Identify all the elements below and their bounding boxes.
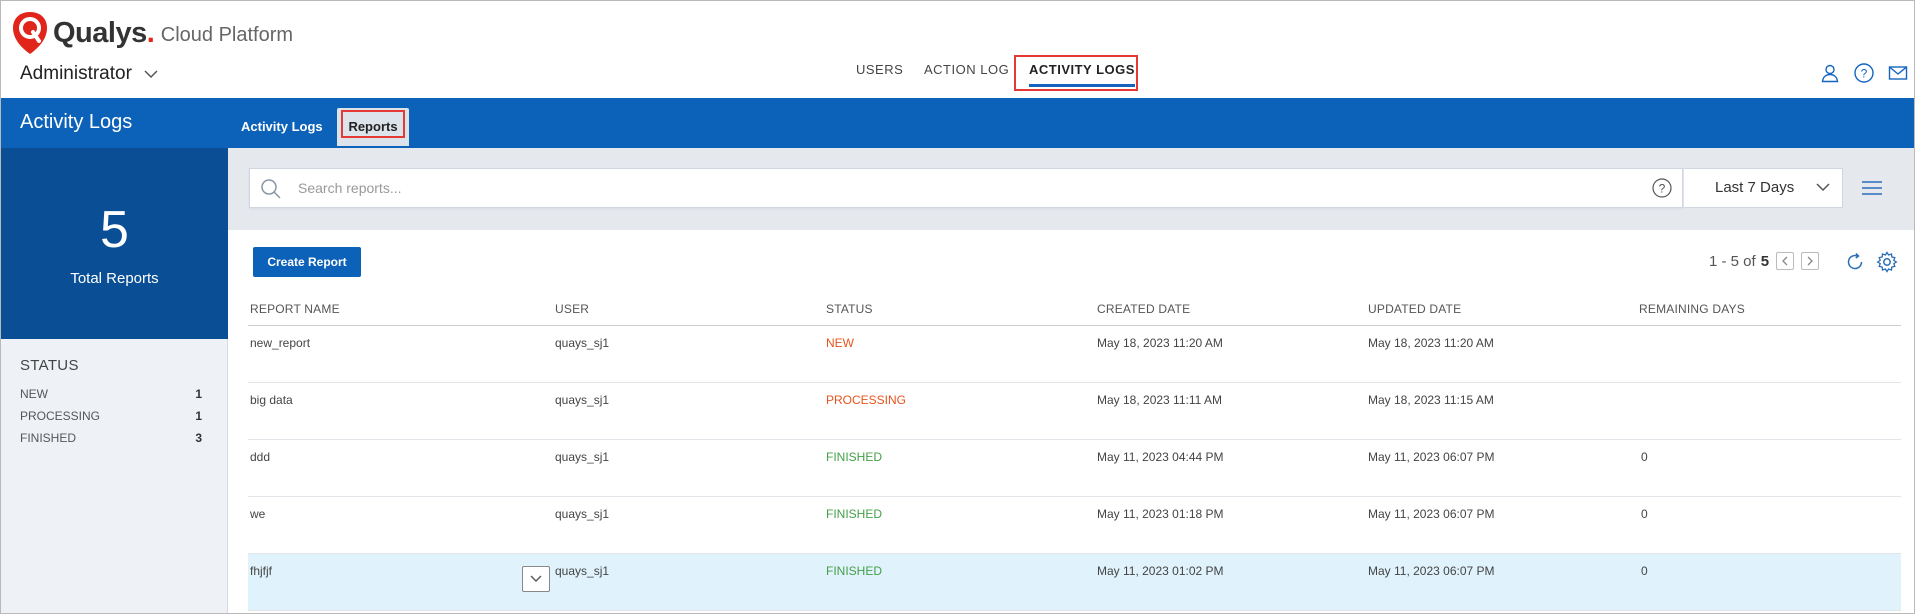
table-row-selected[interactable]: fhjfjf quays_sj1 FINISHED May 11, 2023 0… — [248, 554, 1901, 611]
filter-count: 1 — [195, 387, 202, 401]
cell-created-date: May 18, 2023 11:20 AM — [1097, 336, 1223, 350]
cell-status: PROCESSING — [826, 393, 907, 407]
col-user[interactable]: USER — [555, 302, 589, 316]
filter-processing[interactable]: PROCESSING 1 — [20, 409, 202, 423]
cell-report-name: ddd — [250, 450, 271, 464]
filter-count: 1 — [195, 409, 202, 423]
page-title: Activity Logs — [20, 111, 133, 133]
chevron-right-icon — [1807, 256, 1813, 266]
cell-user: quays_sj1 — [555, 564, 610, 578]
col-created-date[interactable]: CREATED DATE — [1097, 302, 1190, 316]
nav-action-log[interactable]: ACTION LOG — [924, 55, 1009, 89]
cell-updated-date: May 18, 2023 11:15 AM — [1368, 393, 1494, 407]
cell-created-date: May 11, 2023 01:18 PM — [1097, 507, 1224, 521]
menu-icon[interactable] — [1862, 181, 1882, 195]
svg-text:?: ? — [1861, 67, 1868, 81]
cell-remaining-days: 0 — [1641, 564, 1648, 578]
cell-status: FINISHED — [826, 564, 883, 578]
filter-new[interactable]: NEW 1 — [20, 387, 202, 401]
cell-remaining-days: 0 — [1641, 450, 1648, 464]
qualys-logo[interactable]: Qualys. Cloud Platform — [11, 11, 293, 55]
cell-created-date: May 11, 2023 01:02 PM — [1097, 564, 1224, 578]
table-row[interactable]: ddd quays_sj1 FINISHED May 11, 2023 04:4… — [248, 440, 1901, 497]
help-icon[interactable]: ? — [1854, 63, 1874, 83]
filter-label: PROCESSING — [20, 409, 101, 423]
date-range-select[interactable]: Last 7 Days — [1683, 168, 1843, 208]
filter-finished[interactable]: FINISHED 3 — [20, 431, 202, 445]
col-remaining-days[interactable]: REMAINING DAYS — [1639, 302, 1745, 316]
col-status[interactable]: STATUS — [826, 302, 873, 316]
create-report-button[interactable]: Create Report — [253, 247, 361, 277]
header-icons: ? — [1820, 63, 1908, 83]
highlight-box-reports — [341, 110, 405, 138]
cell-updated-date: May 11, 2023 06:07 PM — [1368, 450, 1495, 464]
cell-report-name: fhjfjf — [250, 564, 273, 578]
cell-user: quays_sj1 — [555, 336, 610, 350]
gear-icon[interactable] — [1876, 251, 1898, 273]
pager-total: 5 — [1760, 252, 1770, 270]
cell-user: quays_sj1 — [555, 450, 610, 464]
top-nav: USERS ACTION LOG ACTIVITY LOGS — [1, 55, 1914, 91]
table-row[interactable]: new_report quays_sj1 NEW May 18, 2023 11… — [248, 326, 1901, 383]
app-window: Qualys. Cloud Platform Administrator USE… — [0, 0, 1915, 614]
cell-remaining-days: 0 — [1641, 507, 1648, 521]
filter-label: FINISHED — [20, 431, 77, 445]
cell-status: FINISHED — [826, 507, 883, 521]
search-input[interactable] — [298, 177, 1398, 199]
refresh-icon[interactable] — [1845, 252, 1865, 272]
table-header: REPORT NAME USER STATUS CREATED DATE UPD… — [248, 296, 1901, 326]
reports-table: REPORT NAME USER STATUS CREATED DATE UPD… — [248, 296, 1901, 611]
product-name: Cloud Platform — [160, 23, 294, 46]
total-reports-count: 5 — [100, 201, 129, 259]
total-reports-label: Total Reports — [70, 270, 159, 287]
pagination: 1 - 5 of 5 — [1709, 252, 1820, 270]
col-updated-date[interactable]: UPDATED DATE — [1368, 302, 1461, 316]
search-icon — [261, 179, 281, 199]
chevron-down-icon — [530, 575, 542, 582]
cell-updated-date: May 11, 2023 06:07 PM — [1368, 507, 1495, 521]
cell-report-name: big data — [250, 393, 293, 407]
col-report-name[interactable]: REPORT NAME — [250, 302, 340, 316]
filter-count: 3 — [195, 431, 202, 445]
search-box — [249, 168, 1683, 208]
top-header: Qualys. Cloud Platform Administrator USE… — [1, 1, 1914, 98]
filter-label: NEW — [20, 387, 48, 401]
table-row[interactable]: big data quays_sj1 PROCESSING May 18, 20… — [248, 383, 1901, 440]
cell-created-date: May 18, 2023 11:11 AM — [1097, 393, 1222, 407]
cell-user: quays_sj1 — [555, 393, 610, 407]
cell-updated-date: May 18, 2023 11:20 AM — [1368, 336, 1494, 350]
qualys-shield-icon — [13, 12, 47, 54]
search-band: ? Last 7 Days — [228, 148, 1914, 230]
brand-dot: . — [146, 16, 155, 49]
status-filter-panel: STATUS NEW 1 PROCESSING 1 FINISHED 3 — [1, 339, 228, 613]
pager-range: 1 - 5 of — [1709, 252, 1756, 270]
svg-text:?: ? — [1659, 182, 1666, 196]
chevron-down-icon — [1816, 183, 1830, 192]
next-page-button[interactable] — [1801, 252, 1820, 270]
cell-updated-date: May 11, 2023 06:07 PM — [1368, 564, 1495, 578]
tab-activity-logs[interactable]: Activity Logs — [235, 108, 329, 146]
row-actions-button[interactable] — [522, 566, 550, 592]
mail-icon[interactable] — [1888, 63, 1908, 83]
cell-created-date: May 11, 2023 04:44 PM — [1097, 450, 1224, 464]
highlight-box-activity-logs — [1014, 55, 1138, 91]
cell-report-name: we — [250, 507, 266, 521]
cell-user: quays_sj1 — [555, 507, 610, 521]
brand-name: Qualys — [53, 16, 147, 49]
table-row[interactable]: we quays_sj1 FINISHED May 11, 2023 01:18… — [248, 497, 1901, 554]
date-range-value: Last 7 Days — [1715, 179, 1795, 196]
search-help-icon[interactable]: ? — [1652, 178, 1672, 198]
total-reports-card: 5 Total Reports — [1, 148, 228, 339]
chevron-left-icon — [1782, 256, 1788, 266]
main-content: ? Last 7 Days Create Report 1 - 5 of 5 R… — [228, 148, 1914, 613]
cell-report-name: new_report — [250, 336, 311, 350]
section-bar: Activity Logs Activity Logs Reports — [1, 98, 1914, 148]
cell-status: FINISHED — [826, 450, 883, 464]
user-icon[interactable] — [1820, 63, 1840, 83]
cell-status: NEW — [826, 336, 854, 350]
status-filter-heading: STATUS — [20, 357, 79, 374]
nav-users[interactable]: USERS — [856, 55, 903, 89]
prev-page-button[interactable] — [1776, 252, 1795, 270]
